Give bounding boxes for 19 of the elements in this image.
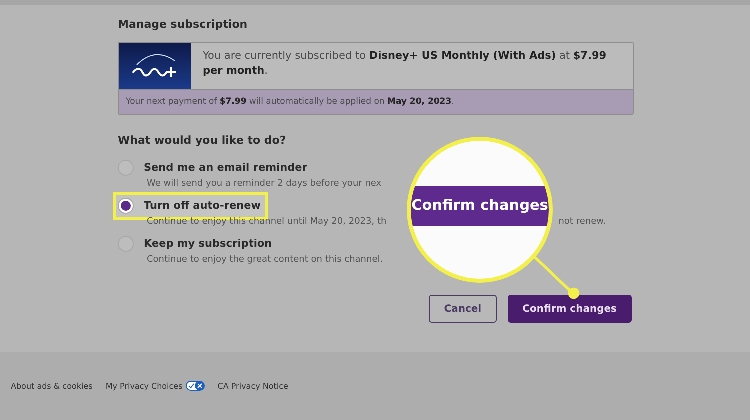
- option-label: Turn off auto-renew: [144, 200, 261, 212]
- option-description: Continue to enjoy this channel until May 20, 2023, th: [147, 217, 387, 227]
- callout-button-label: Confirm changes: [411, 186, 549, 226]
- radio-button[interactable]: [118, 198, 134, 214]
- section-title: Manage subscription: [118, 18, 249, 31]
- option-description: not renew.: [558, 217, 606, 227]
- footer-link[interactable]: My Privacy Choices: [106, 381, 205, 391]
- payment-note: Your next payment of $7.99 will automatically be applied on May 20, 2023.: [119, 89, 633, 114]
- confirm-button[interactable]: Confirm changes: [508, 295, 632, 323]
- option-label: Keep my subscription: [144, 238, 272, 250]
- footer-link[interactable]: CA Privacy Notice: [218, 382, 288, 390]
- question-title: What would you like to do?: [118, 134, 288, 147]
- logo-icon: [119, 43, 191, 89]
- option-description: Continue to enjoy the great content on this channel.: [147, 255, 384, 265]
- cancel-button[interactable]: Cancel: [429, 295, 497, 323]
- option-description: We will send you a reminder 2 days before your nex: [147, 179, 382, 189]
- footer-link[interactable]: About ads & cookies: [11, 382, 93, 390]
- option-label: Send me an email reminder: [144, 162, 308, 174]
- subscription-text: You are currently subscribed to Disney+ US Monthly (With Ads) at $7.99 per month.: [202, 49, 608, 79]
